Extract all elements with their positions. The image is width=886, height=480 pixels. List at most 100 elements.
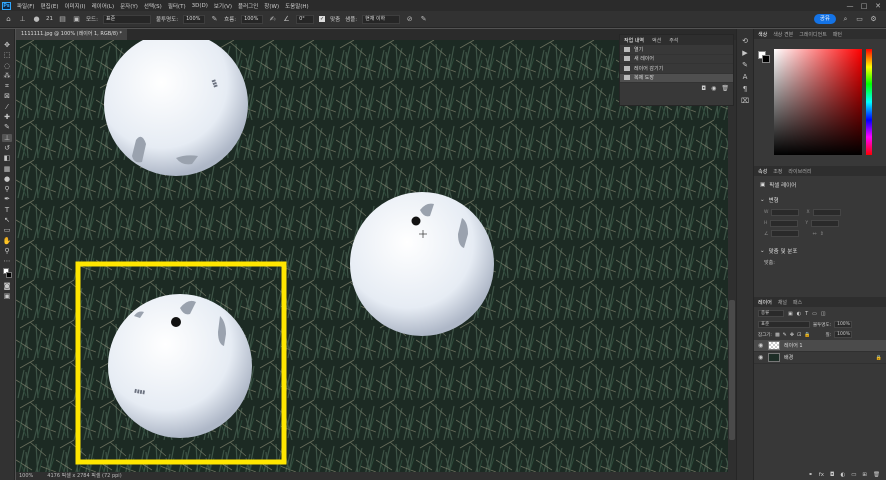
tab-gradients[interactable]: 그레이디언트 (799, 31, 827, 38)
tab-patterns[interactable]: 패턴 (833, 31, 842, 38)
brush-preview-icon[interactable]: ● (32, 15, 41, 24)
type-tool-icon[interactable]: T (2, 206, 12, 214)
tab-layers[interactable]: 레이어 (758, 299, 772, 306)
trash-icon[interactable]: 🗑 (721, 85, 729, 92)
history-item[interactable]: 새 레이어 (620, 55, 733, 64)
tab-adjustments[interactable]: 조정 (773, 168, 782, 175)
clone-source-icon[interactable]: ▣ (72, 15, 81, 24)
menu-image[interactable]: 이미지(I) (64, 2, 85, 10)
tab-notes[interactable]: 주석 (669, 37, 678, 44)
tab-history[interactable]: 작업 내역 (624, 37, 644, 44)
menu-layer[interactable]: 레이어(L) (92, 2, 115, 10)
new-group-icon[interactable]: ▭ (851, 472, 856, 478)
healing-brush-tool-icon[interactable]: ✚ (2, 113, 12, 121)
layer-row[interactable]: ◉ 배경 🔒 (754, 352, 886, 364)
search-icon[interactable]: ⌕ (841, 15, 850, 24)
eraser-tool-icon[interactable]: ◧ (2, 154, 12, 162)
mode-select[interactable]: 표준 (102, 14, 151, 24)
height-field[interactable] (770, 220, 799, 227)
more-tools-icon[interactable]: ⋯ (2, 257, 12, 265)
background-color-swatch[interactable] (762, 55, 770, 63)
blend-mode-select[interactable]: 표준 (758, 321, 810, 328)
ignore-adjustment-icon[interactable]: ⊘ (405, 15, 414, 24)
document-tab[interactable]: 1111111.jpg @ 100% (레이어 1, RGB/8) * (16, 29, 128, 40)
brush-size-value[interactable]: 21 (46, 16, 53, 22)
filter-smart-icon[interactable]: ◫ (821, 311, 826, 317)
menu-select[interactable]: 선택(S) (144, 2, 162, 10)
brush-tool-icon[interactable]: ✎ (2, 123, 12, 131)
new-layer-icon[interactable]: ⊞ (862, 472, 867, 478)
color-swatches-icon[interactable] (2, 267, 12, 280)
pressure-size-icon[interactable]: ✎ (419, 15, 428, 24)
gear-icon[interactable]: ⚙ (869, 15, 878, 24)
new-document-from-state-icon[interactable]: ◘ (701, 85, 706, 92)
visibility-eye-icon[interactable]: ◉ (758, 342, 764, 349)
tab-channels[interactable]: 채널 (778, 299, 787, 306)
snapshot-icon[interactable]: ◉ (711, 85, 716, 92)
lock-image-icon[interactable]: ✎ (783, 332, 787, 338)
filter-adjustment-icon[interactable]: ◐ (797, 311, 801, 317)
menu-type[interactable]: 문자(Y) (120, 2, 138, 10)
trash-icon[interactable]: 🗑 (873, 472, 880, 478)
airbrush-icon[interactable]: ✍ (268, 15, 277, 24)
menu-help[interactable]: 도움말(H) (285, 2, 309, 10)
layer-opacity-input[interactable]: 100% (834, 321, 853, 328)
move-tool-icon[interactable]: ✥ (2, 41, 12, 49)
tab-actions[interactable]: 액션 (652, 37, 661, 44)
history-item[interactable]: 열기 (620, 45, 733, 55)
filter-type-icon[interactable]: T (805, 311, 808, 317)
menu-filter[interactable]: 필터(T) (168, 2, 186, 10)
history-item[interactable]: 레이어 감기기 (620, 64, 733, 74)
eyedropper-tool-icon[interactable]: ⁄ (2, 103, 12, 111)
opacity-input[interactable]: 100% (183, 14, 206, 24)
aligned-checkbox[interactable]: ✓ (319, 16, 326, 22)
history-item-selected[interactable]: 복제 도장 (620, 73, 733, 83)
lock-transparent-icon[interactable]: ▩ (775, 332, 780, 338)
tab-libraries[interactable]: 라이브러리 (788, 168, 811, 175)
clone-stamp-tool-icon[interactable]: ⊥ (2, 133, 12, 142)
close-window-button[interactable]: ✕ (874, 2, 882, 10)
workspace-icon[interactable]: ▭ (855, 15, 864, 24)
flip-vertical-icon[interactable]: ⇕ (820, 231, 824, 237)
blur-tool-icon[interactable]: ● (2, 175, 12, 183)
align-section-header[interactable]: ⌄ 맞춤 및 분포 (754, 239, 886, 257)
maximize-button[interactable]: □ (860, 2, 868, 10)
screen-mode-icon[interactable]: ▣ (2, 292, 12, 300)
angle-input[interactable]: 0° (296, 14, 315, 24)
menu-view[interactable]: 보기(V) (214, 2, 232, 10)
tab-properties[interactable]: 속성 (758, 168, 767, 175)
gradient-tool-icon[interactable]: ▦ (2, 165, 12, 173)
menu-plugins[interactable]: 플러그인 (238, 2, 258, 10)
pressure-opacity-icon[interactable]: ✎ (210, 15, 219, 24)
pen-tool-icon[interactable]: ✒ (2, 195, 12, 203)
zoom-level[interactable]: 100% (19, 472, 33, 480)
paragraph-panel-icon[interactable]: ¶ (740, 85, 750, 93)
color-picker-field[interactable] (774, 49, 862, 155)
dodge-tool-icon[interactable]: ⚲ (2, 185, 12, 193)
transform-section-header[interactable]: ⌄ 변형 (754, 194, 886, 206)
home-icon[interactable]: ⌂ (4, 15, 13, 24)
frame-tool-icon[interactable]: ⊠ (2, 92, 12, 100)
fx-icon[interactable]: fx (819, 472, 824, 478)
layer-row-selected[interactable]: ◉ 레이어 1 (754, 340, 886, 352)
history-panel-icon[interactable]: ⟲ (740, 37, 750, 45)
share-button[interactable]: 공유 (813, 14, 836, 24)
tab-color[interactable]: 색상 (758, 31, 767, 38)
add-mask-icon[interactable]: ◘ (830, 472, 834, 478)
menu-file[interactable]: 파일(F) (17, 2, 35, 10)
scrollbar-thumb[interactable] (729, 300, 735, 440)
clone-stamp-tool-preset-icon[interactable]: ⊥ (18, 15, 27, 24)
tab-swatches[interactable]: 색상 견본 (773, 31, 793, 38)
lock-all-icon[interactable]: 🔒 (804, 332, 810, 338)
filter-pixel-icon[interactable]: ▣ (788, 311, 793, 317)
actions-panel-icon[interactable]: ▶ (740, 49, 750, 57)
link-layers-icon[interactable]: ⚭ (808, 472, 813, 478)
y-field[interactable] (811, 220, 840, 227)
notes-panel-icon[interactable]: ✎ (740, 61, 750, 69)
path-select-tool-icon[interactable]: ↖ (2, 216, 12, 224)
width-field[interactable] (771, 209, 800, 216)
menu-window[interactable]: 창(W) (264, 2, 279, 10)
filter-shape-icon[interactable]: ▭ (812, 311, 817, 317)
menu-3d[interactable]: 3D(D) (192, 3, 208, 9)
flow-input[interactable]: 100% (241, 14, 264, 24)
